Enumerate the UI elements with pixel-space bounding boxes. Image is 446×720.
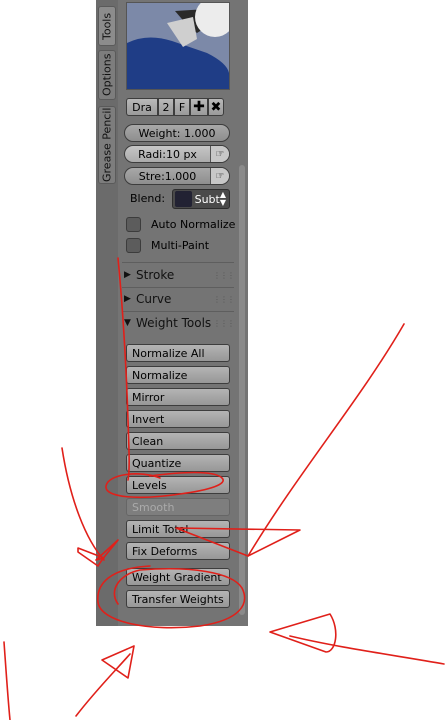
strength-field-label: Stre:1.000 (138, 169, 197, 183)
drag-grip-icon[interactable]: ⋮⋮⋮ (213, 295, 235, 304)
pressure-icon[interactable]: ☞ (210, 168, 229, 184)
stroke-section-header[interactable]: ▶ Stroke ⋮⋮⋮ (124, 264, 235, 286)
tab-grease-pencil[interactable]: Grease Pencil (98, 106, 116, 184)
blend-label: Blend: (130, 192, 166, 205)
drag-grip-icon[interactable]: ⋮⋮⋮ (213, 319, 235, 328)
limit-total-button[interactable]: Limit Total (126, 520, 230, 538)
multi-paint-row[interactable]: Multi-Paint (126, 238, 209, 253)
blend-dropdown-value: Subt (194, 192, 220, 206)
collapsed-triangle-icon: ▶ (124, 294, 131, 304)
transfer-weights-button[interactable]: Transfer Weights (126, 590, 230, 608)
multi-paint-label: Multi-Paint (151, 239, 210, 252)
stroke-section-title: Stroke (136, 268, 175, 282)
clean-button[interactable]: Clean (126, 432, 230, 450)
invert-button[interactable]: Invert (126, 410, 230, 428)
plus-icon: ✚ (193, 99, 205, 115)
smooth-button: Smooth (126, 498, 230, 516)
levels-button[interactable]: Levels (126, 476, 230, 494)
drag-grip-icon[interactable]: ⋮⋮⋮ (213, 271, 235, 280)
tab-options[interactable]: Options (98, 50, 116, 100)
brush-preview-image (127, 3, 229, 89)
weight-tools-section-title: Weight Tools (136, 316, 212, 330)
fake-user-toggle[interactable]: F (174, 98, 190, 116)
auto-normalize-checkbox[interactable] (126, 217, 141, 232)
normalize-all-button[interactable]: Normalize All (126, 344, 230, 362)
tab-strip: Tools Options Grease Pencil (96, 0, 118, 626)
radius-field[interactable]: Radi:10 px ☞ (124, 145, 230, 163)
tab-tools[interactable]: Tools (98, 6, 116, 46)
panel-scrollbar[interactable] (239, 165, 245, 615)
add-brush-button[interactable]: ✚ (190, 98, 208, 116)
weight-field-label: Weight: 1.000 (138, 126, 216, 140)
auto-normalize-row[interactable]: Auto Normalize (126, 217, 235, 232)
strength-field[interactable]: Stre:1.000 ☞ (124, 167, 230, 185)
expanded-triangle-icon: ▼ (124, 318, 131, 328)
weight-field[interactable]: Weight: 1.000 (124, 124, 230, 142)
fix-deforms-button[interactable]: Fix Deforms (126, 542, 230, 560)
brush-selector-row: Dra 2 F ✚ ✖ (126, 98, 224, 116)
weight-tools-section-header[interactable]: ▼ Weight Tools ⋮⋮⋮ (124, 312, 235, 334)
section-divider (122, 262, 234, 263)
curve-section-title: Curve (136, 292, 172, 306)
brush-name-field[interactable]: Dra (126, 98, 158, 116)
pressure-icon[interactable]: ☞ (210, 146, 229, 162)
collapsed-triangle-icon: ▶ (124, 270, 131, 280)
normalize-button[interactable]: Normalize (126, 366, 230, 384)
brush-users-count[interactable]: 2 (158, 98, 174, 116)
curve-section-header[interactable]: ▶ Curve ⋮⋮⋮ (124, 288, 235, 310)
multi-paint-checkbox[interactable] (126, 238, 141, 253)
radius-field-label: Radi:10 px (138, 147, 197, 161)
x-icon: ✖ (210, 99, 222, 115)
auto-normalize-label: Auto Normalize (151, 218, 236, 231)
quantize-button[interactable]: Quantize (126, 454, 230, 472)
blend-dropdown[interactable]: Subt ▲ ▼ (172, 189, 230, 209)
mirror-button[interactable]: Mirror (126, 388, 230, 406)
blend-mode-icon (175, 191, 192, 207)
remove-brush-button[interactable]: ✖ (208, 98, 224, 116)
brush-preview[interactable] (126, 2, 230, 90)
weight-gradient-button[interactable]: Weight Gradient (126, 568, 230, 586)
dropdown-arrows-icon: ▲ ▼ (219, 190, 226, 207)
